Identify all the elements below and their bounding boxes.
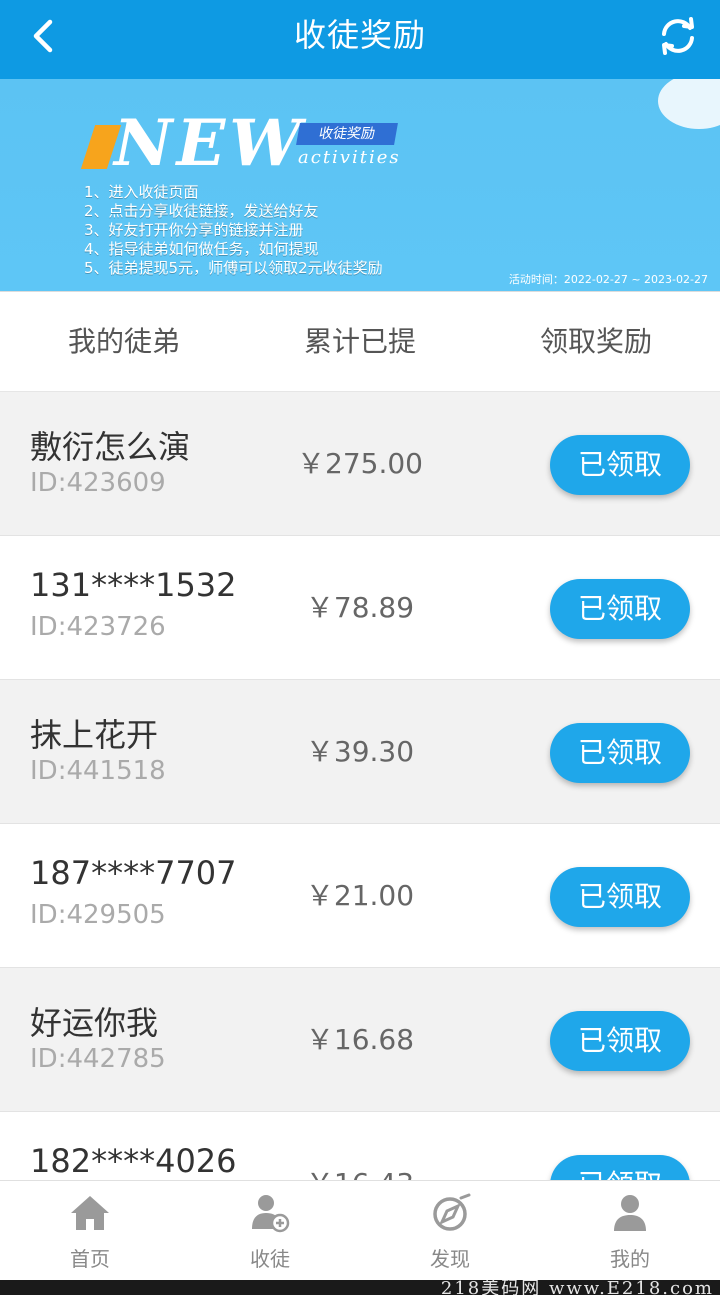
- banner-bubble-decoration: [658, 79, 720, 129]
- withdrawn-amount: ￥16.43: [240, 1112, 480, 1180]
- apprentice-row: 182****4026 ￥16.43 已领取: [0, 1112, 720, 1180]
- apprentice-name: 抹上花开: [30, 716, 159, 754]
- banner-headline: NEW: [114, 106, 306, 181]
- watermark-text: 218美码网 www.E218.com: [440, 1280, 714, 1295]
- claimed-button[interactable]: 已领取: [550, 1011, 690, 1071]
- activity-banner[interactable]: NEW 收徒奖励 activities 1、进入收徒页面 2、点击分享收徒链接，…: [0, 79, 720, 291]
- discover-icon: [433, 1193, 471, 1231]
- banner-step: 5、徒弟提现5元，师傅可以领取2元收徒奖励: [84, 259, 383, 277]
- apprentice-row: 好运你我 ID:442785 ￥16.68 已领取: [0, 968, 720, 1112]
- tab-recruit[interactable]: 收徒: [180, 1181, 360, 1281]
- apprentice-name: 187****7707: [30, 854, 237, 892]
- tab-label: 我的: [610, 1247, 650, 1271]
- claimed-button[interactable]: 已领取: [550, 579, 690, 639]
- withdrawn-amount: ￥78.89: [305, 591, 415, 624]
- apprentice-name: 131****1532: [30, 566, 237, 604]
- apprentice-id: ID:429505: [30, 900, 166, 930]
- tab-label: 收徒: [250, 1247, 290, 1271]
- banner-step: 3、好友打开你分享的链接并注册: [84, 221, 304, 239]
- apprentice-row: 187****7707 ID:429505 ￥21.00 已领取: [0, 824, 720, 968]
- bottom-tab-bar: 首页 收徒 发现 我的: [0, 1180, 720, 1280]
- banner-steps: 1、进入收徒页面 2、点击分享收徒链接，发送给好友 3、好友打开你分享的链接并注…: [84, 183, 383, 278]
- apprentice-id: ID:423726: [30, 612, 166, 642]
- apprentice-name: 敷衍怎么演: [30, 428, 191, 466]
- refresh-icon: [662, 17, 694, 55]
- tab-mine[interactable]: 我的: [540, 1181, 720, 1281]
- activity-period: 活动时间：2022-02-27 ~ 2023-02-27: [508, 273, 708, 286]
- apprentice-id: ID:441518: [30, 756, 166, 786]
- system-bottom-strip: 218美码网 www.E218.com: [0, 1280, 720, 1295]
- app-header: 收徒奖励: [0, 0, 720, 79]
- claimed-button[interactable]: 已领取: [550, 723, 690, 783]
- apprentice-name: 182****4026: [30, 1142, 237, 1180]
- refresh-button[interactable]: [654, 12, 702, 60]
- column-header-reward: 领取奖励: [539, 325, 652, 358]
- profile-icon: [614, 1195, 646, 1231]
- list-header: 我的徒弟 累计已提 领取奖励: [0, 291, 720, 392]
- home-icon: [71, 1196, 109, 1230]
- page-title: 收徒奖励: [293, 16, 426, 54]
- withdrawn-amount: ￥39.30: [305, 735, 415, 768]
- banner-subtitle: activities: [298, 147, 401, 168]
- tab-label: 发现: [430, 1247, 470, 1271]
- column-header-withdrawn: 累计已提: [303, 325, 416, 358]
- tab-label: 首页: [70, 1247, 110, 1271]
- withdrawn-amount: ￥275.00: [297, 447, 423, 480]
- apprentice-row: 敷衍怎么演 ID:423609 ￥275.00 已领取: [0, 392, 720, 536]
- withdrawn-amount: ￥16.68: [305, 1023, 415, 1056]
- banner-step: 4、指导徒弟如何做任务，如何提现: [84, 240, 319, 258]
- claimed-button[interactable]: 已领取: [550, 867, 690, 927]
- apprentice-row: 抹上花开 ID:441518 ￥39.30 已领取: [0, 680, 720, 824]
- apprentice-list: 敷衍怎么演 ID:423609 ￥275.00 已领取 131****1532 …: [0, 392, 720, 1180]
- apprentice-row: 131****1532 ID:423726 ￥78.89 已领取: [0, 536, 720, 680]
- claimed-button[interactable]: 已领取: [550, 1155, 690, 1180]
- withdrawn-amount: ￥21.00: [305, 879, 415, 912]
- tab-home[interactable]: 首页: [0, 1181, 180, 1281]
- banner-step: 2、点击分享收徒链接，发送给好友: [84, 202, 319, 220]
- apprentice-id: ID:442785: [30, 1044, 166, 1074]
- apprentice-name: 好运你我: [30, 1004, 159, 1042]
- claimed-button[interactable]: 已领取: [550, 435, 690, 495]
- banner-tag: 收徒奖励: [296, 123, 398, 145]
- apprentice-id: ID:423609: [30, 468, 166, 498]
- banner-step: 1、进入收徒页面: [84, 183, 199, 201]
- add-user-icon: [252, 1195, 290, 1233]
- tab-discover[interactable]: 发现: [360, 1181, 540, 1281]
- column-header-apprentice: 我的徒弟: [67, 325, 180, 358]
